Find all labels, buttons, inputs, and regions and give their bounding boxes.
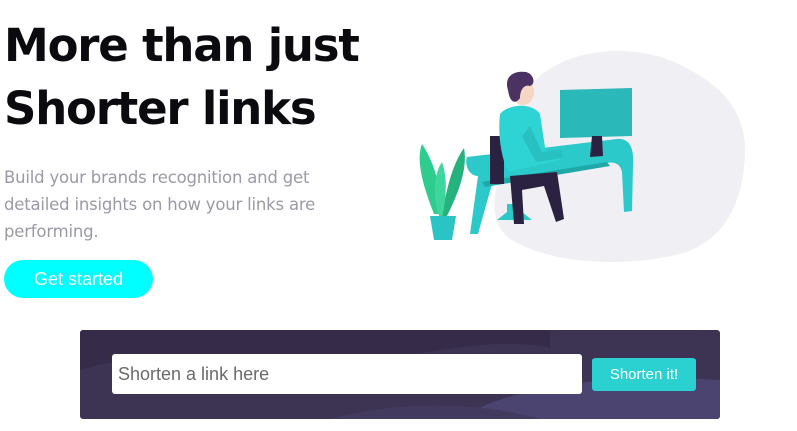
shorten-it-button[interactable]: Shorten it!	[592, 358, 696, 391]
hero-title: More than just Shorter links	[4, 14, 384, 140]
shorten-link-input[interactable]	[112, 354, 582, 394]
get-started-button[interactable]: Get started	[4, 260, 153, 298]
monitor-stand	[590, 136, 603, 157]
person-working-illustration	[419, 50, 746, 263]
landing-page: More than just Shorter links Build your …	[0, 0, 797, 431]
plant-pot	[430, 216, 456, 240]
hero-subtitle: Build your brands recognition and get de…	[4, 168, 316, 241]
hero-title-line-1: More than just	[4, 19, 360, 72]
monitor-screen	[560, 88, 632, 138]
hero-title-line-2: Shorter links	[4, 82, 317, 135]
shorten-panel: Shorten it!	[80, 330, 720, 419]
